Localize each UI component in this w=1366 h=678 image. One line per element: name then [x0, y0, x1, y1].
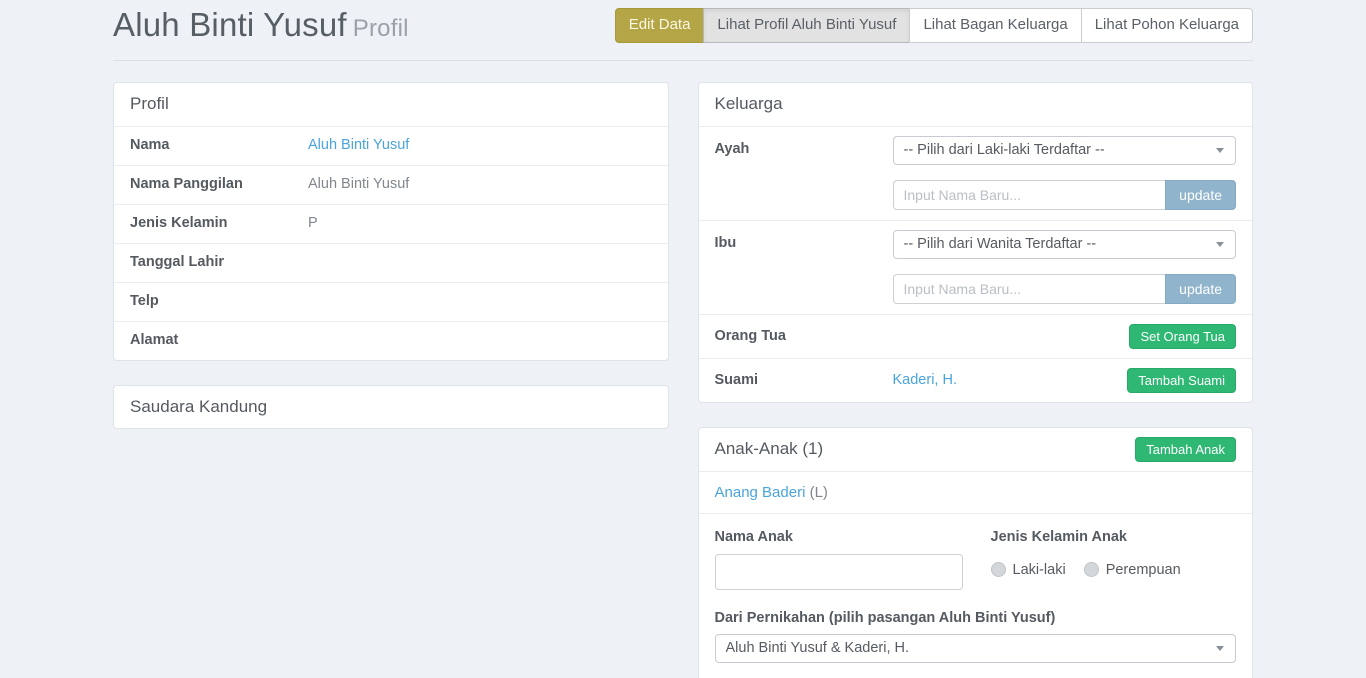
radio-laki-laki[interactable]: Laki-laki: [991, 562, 1066, 578]
lihat-profil-button[interactable]: Lihat Profil Aluh Binti Yusuf: [703, 8, 910, 43]
ayah-input-group: update: [893, 180, 1237, 210]
child-list-item: Anang Baderi (L): [699, 471, 1253, 513]
tambah-suami-button[interactable]: Tambah Suami: [1127, 368, 1236, 393]
child-gender: (L): [810, 484, 828, 501]
set-orang-tua-button[interactable]: Set Orang Tua: [1129, 324, 1236, 349]
radio-laki-laki-label: Laki-laki: [1013, 562, 1066, 578]
radio-perempuan[interactable]: Perempuan: [1084, 562, 1181, 578]
person-name: Aluh Binti Yusuf: [113, 6, 347, 43]
suami-link[interactable]: Kaderi, H.: [893, 372, 957, 388]
radio-laki-laki-icon[interactable]: [991, 562, 1006, 577]
radio-perempuan-icon[interactable]: [1084, 562, 1099, 577]
table-row: Jenis Kelamin P: [114, 204, 668, 243]
row-label: Nama Panggilan: [130, 176, 308, 192]
ayah-nama-baru-input[interactable]: [893, 180, 1166, 210]
table-row: Telp: [114, 282, 668, 321]
table-row: Nama Aluh Binti Yusuf: [114, 126, 668, 165]
ayah-update-button[interactable]: update: [1165, 180, 1236, 210]
ibu-label: Ibu: [715, 230, 893, 251]
profil-card: Profil Nama Aluh Binti Yusuf Nama Panggi…: [113, 82, 669, 361]
saudara-kandung-title: Saudara Kandung: [114, 386, 668, 429]
row-value: P: [308, 215, 318, 233]
ibu-row: Ibu -- Pilih dari Wanita Terdaftar -- up…: [699, 220, 1253, 314]
radio-perempuan-label: Perempuan: [1106, 562, 1181, 578]
lihat-pohon-keluarga-button[interactable]: Lihat Pohon Keluarga: [1081, 8, 1253, 43]
right-column: Keluarga Ayah -- Pilih dari Laki-laki Te…: [698, 82, 1254, 678]
suami-label: Suami: [715, 372, 893, 388]
child-link[interactable]: Anang Baderi: [715, 484, 806, 501]
tambah-anak-header-button[interactable]: Tambah Anak: [1135, 437, 1236, 462]
anak-anak-card: Anak-Anak (1) Tambah Anak Anang Baderi (…: [698, 427, 1254, 678]
page-subtitle: Profil: [353, 15, 409, 42]
lihat-bagan-keluarga-button[interactable]: Lihat Bagan Keluarga: [909, 8, 1081, 43]
nama-link[interactable]: Aluh Binti Yusuf: [308, 137, 409, 153]
ayah-select-wrap: -- Pilih dari Laki-laki Terdaftar --: [893, 136, 1237, 165]
ibu-update-button[interactable]: update: [1165, 274, 1236, 304]
keluarga-card: Keluarga Ayah -- Pilih dari Laki-laki Te…: [698, 82, 1254, 403]
page-title: Aluh Binti YusufProfil: [113, 6, 409, 44]
jenis-kelamin-anak-label: Jenis Kelamin Anak: [991, 529, 1181, 545]
row-label: Jenis Kelamin: [130, 215, 308, 231]
pernikahan-select[interactable]: Aluh Binti Yusuf & Kaderi, H.: [715, 634, 1237, 663]
row-label: Alamat: [130, 332, 308, 348]
row-value: Aluh Binti Yusuf: [308, 176, 409, 194]
ibu-select-wrap: -- Pilih dari Wanita Terdaftar --: [893, 230, 1237, 259]
pernikahan-select-wrap: Aluh Binti Yusuf & Kaderi, H.: [715, 634, 1237, 663]
ayah-row: Ayah -- Pilih dari Laki-laki Terdaftar -…: [699, 126, 1253, 220]
view-switch-button-group: Edit Data Lihat Profil Aluh Binti Yusuf …: [615, 8, 1253, 43]
ibu-select[interactable]: -- Pilih dari Wanita Terdaftar --: [893, 230, 1237, 259]
page-header: Aluh Binti YusufProfil Edit Data Lihat P…: [113, 0, 1253, 61]
page-container: Aluh Binti YusufProfil Edit Data Lihat P…: [113, 0, 1253, 678]
row-label: Tanggal Lahir: [130, 254, 308, 270]
suami-row: Suami Kaderi, H. Tambah Suami: [699, 358, 1253, 402]
ibu-input-group: update: [893, 274, 1237, 304]
saudara-kandung-card: Saudara Kandung: [113, 385, 669, 430]
ayah-select[interactable]: -- Pilih dari Laki-laki Terdaftar --: [893, 136, 1237, 165]
row-label: Telp: [130, 293, 308, 309]
table-row: Alamat: [114, 321, 668, 360]
orang-tua-row: Orang Tua Set Orang Tua: [699, 314, 1253, 358]
dari-pernikahan-label: Dari Pernikahan (pilih pasangan Aluh Bin…: [715, 610, 1237, 626]
profil-card-title: Profil: [114, 83, 668, 126]
ibu-nama-baru-input[interactable]: [893, 274, 1166, 304]
table-row: Tanggal Lahir: [114, 243, 668, 282]
left-column: Profil Nama Aluh Binti Yusuf Nama Panggi…: [113, 82, 669, 453]
keluarga-card-title: Keluarga: [699, 83, 1253, 126]
tambah-anak-form: Nama Anak Jenis Kelamin Anak Laki-laki: [699, 513, 1253, 678]
orang-tua-label: Orang Tua: [715, 328, 893, 344]
nama-anak-label: Nama Anak: [715, 529, 963, 545]
ayah-label: Ayah: [715, 136, 893, 157]
content-columns: Profil Nama Aluh Binti Yusuf Nama Panggi…: [113, 82, 1253, 678]
anak-anak-title: Anak-Anak (1): [715, 437, 824, 462]
edit-data-button[interactable]: Edit Data: [615, 8, 705, 43]
nama-anak-input[interactable]: [715, 554, 963, 590]
table-row: Nama Panggilan Aluh Binti Yusuf: [114, 165, 668, 204]
row-label: Nama: [130, 137, 308, 153]
